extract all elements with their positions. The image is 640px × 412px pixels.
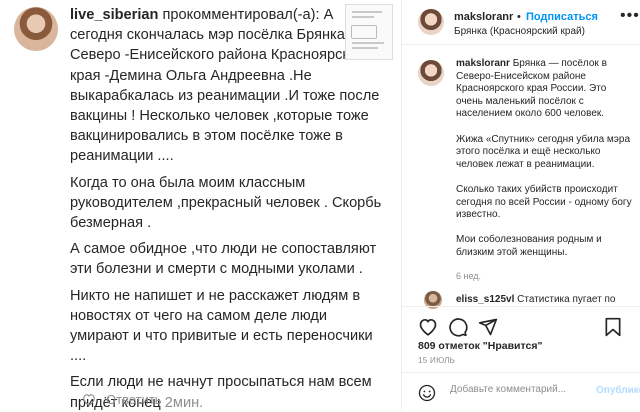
author-avatar[interactable] bbox=[418, 9, 444, 35]
follow-button[interactable]: Подписаться bbox=[526, 11, 598, 23]
comment-timestamp: 2мин. bbox=[164, 394, 204, 411]
instagram-post-view: live_siberian прокомментировал(-а): А се… bbox=[0, 0, 640, 411]
comment-text: live_siberian прокомментировал(-а): А се… bbox=[70, 5, 388, 411]
heart-icon[interactable] bbox=[82, 393, 96, 406]
comment-text: Статистика пугает по bbox=[517, 294, 616, 305]
caption-paragraph: Сколько таких убийств происходит сегодня… bbox=[456, 183, 632, 221]
comment-username[interactable]: eliss_s125vl bbox=[456, 294, 514, 305]
comment-intro: прокомментировал(-а): А сегодня скончала… bbox=[70, 7, 380, 165]
add-comment-bar: Опубликовать bbox=[402, 372, 640, 412]
commenter-username[interactable]: live_siberian bbox=[70, 7, 158, 23]
caption-author-username[interactable]: maksloranr bbox=[456, 58, 510, 69]
comment-paragraph: А самое обидное ,что люди не сопоставляю… bbox=[70, 241, 377, 278]
publish-button[interactable]: Опубликовать bbox=[596, 385, 640, 396]
post-image[interactable]: live_siberian прокомментировал(-а): А се… bbox=[0, 0, 400, 411]
post-location[interactable]: Брянка (Красноярский край) bbox=[454, 26, 585, 37]
add-comment-input[interactable] bbox=[450, 384, 590, 395]
share-icon[interactable] bbox=[478, 317, 498, 337]
post-header: maksloranr • Подписаться Брянка (Красноя… bbox=[402, 0, 640, 45]
more-icon[interactable]: ••• bbox=[620, 7, 640, 25]
comment-icon[interactable] bbox=[448, 317, 468, 337]
original-post-thumbnail bbox=[345, 4, 393, 60]
caption-paragraph: Жижа «Спутник» сегодня убила мэра этого … bbox=[456, 133, 631, 170]
caption-paragraph: Мои соболезнования родным и близким этой… bbox=[456, 234, 602, 258]
caption-author-avatar[interactable] bbox=[418, 60, 444, 86]
post-side-panel: maksloranr • Подписаться Брянка (Красноя… bbox=[402, 0, 640, 411]
post-date[interactable]: 15 ИЮЛЬ bbox=[418, 356, 455, 365]
comment-paragraph: Когда то она была моим классным руководи… bbox=[70, 174, 382, 232]
heart-icon[interactable] bbox=[418, 317, 438, 336]
caption-age[interactable]: 6 нед. bbox=[456, 270, 634, 283]
likes-count[interactable]: 809 отметок "Нравится" bbox=[418, 340, 542, 352]
commenter-avatar bbox=[14, 7, 58, 51]
smile-icon[interactable] bbox=[418, 384, 436, 402]
reply-link[interactable]: Ответить bbox=[106, 392, 162, 407]
separator-dot: • bbox=[517, 11, 521, 23]
author-username[interactable]: maksloranr bbox=[454, 11, 513, 23]
bookmark-icon[interactable] bbox=[604, 317, 622, 337]
comment-actions: Ответить bbox=[82, 392, 162, 407]
comment-paragraph: Никто не напишет и не расскажет людям в … bbox=[70, 287, 373, 365]
